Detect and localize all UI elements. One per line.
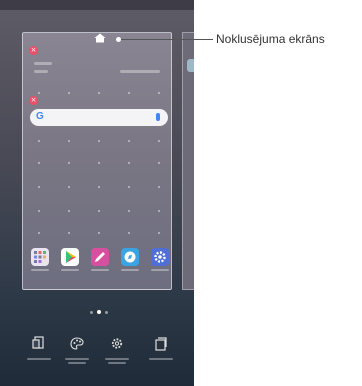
app-label <box>91 269 109 271</box>
grid-cell-dot <box>98 162 100 164</box>
grid-cell-dot <box>38 186 40 188</box>
app-label <box>31 269 49 271</box>
peek-app-icon <box>187 59 194 72</box>
play-store-icon[interactable] <box>61 248 79 266</box>
toolbar-label <box>149 358 173 360</box>
grid-cell-dot <box>128 162 130 164</box>
app-label <box>61 269 79 271</box>
page-indicator <box>90 310 110 316</box>
app-label <box>121 269 139 271</box>
page-dot[interactable] <box>105 311 108 314</box>
grid-cell-dot <box>158 92 160 94</box>
callout-line <box>121 39 213 40</box>
grid-cell-dot <box>38 210 40 212</box>
grid-cell-dot <box>98 92 100 94</box>
apps-button[interactable] <box>146 336 176 376</box>
toolbar-label <box>108 362 126 364</box>
grid-cell-dot <box>128 92 130 94</box>
status-bar <box>0 0 194 10</box>
next-page-preview[interactable] <box>182 32 194 290</box>
remove-search-widget-icon[interactable]: × <box>29 96 38 105</box>
edit-mode-toolbar <box>0 330 194 386</box>
grid-cell-dot <box>68 140 70 142</box>
grid-cell-dot <box>158 186 160 188</box>
mic-icon[interactable] <box>156 113 160 121</box>
grid-cell-dot <box>68 162 70 164</box>
weather-widget <box>120 70 160 73</box>
home-icon[interactable] <box>94 33 106 43</box>
grid-cell-dot <box>68 92 70 94</box>
remove-widget-icon[interactable]: × <box>29 46 38 55</box>
grid-cell-dot <box>158 140 160 142</box>
home-settings-button[interactable] <box>102 336 132 376</box>
grid-cell-dot <box>128 210 130 212</box>
grid-cell-dot <box>38 140 40 142</box>
clock-widget-date <box>34 70 48 73</box>
page-dot[interactable] <box>90 311 93 314</box>
grid-cell-dot <box>98 186 100 188</box>
grid-cell-dot <box>128 140 130 142</box>
grid-cell-dot <box>38 232 40 234</box>
phone-screen: × × G <box>0 0 194 386</box>
grid-cell-dot <box>98 210 100 212</box>
wallpaper-button[interactable] <box>62 336 92 376</box>
browser-icon[interactable] <box>121 248 139 266</box>
app-label <box>151 269 169 271</box>
page-dot-active[interactable] <box>97 310 101 314</box>
wallpaper-theme-icon <box>70 337 84 350</box>
grid-cell-dot <box>128 186 130 188</box>
grid-cell-dot <box>128 232 130 234</box>
toolbar-label <box>27 358 51 360</box>
apps-icon <box>155 337 167 351</box>
google-logo-icon: G <box>36 111 44 122</box>
grid-cell-dot <box>38 162 40 164</box>
widgets-button[interactable] <box>24 336 54 376</box>
home-settings-icon <box>111 338 123 349</box>
grid-cell-dot <box>158 232 160 234</box>
grid-cell-dot <box>68 232 70 234</box>
app-dock <box>30 248 170 276</box>
clock-widget <box>34 62 52 65</box>
grid-cell-dot <box>158 162 160 164</box>
settings-gear-icon[interactable] <box>151 248 169 266</box>
toolbar-label <box>105 358 129 360</box>
apps-folder-icon[interactable] <box>31 248 49 266</box>
google-search-widget[interactable]: G <box>30 109 168 126</box>
grid-cell-dot <box>68 186 70 188</box>
grid-cell-dot <box>68 210 70 212</box>
grid-cell-dot <box>98 140 100 142</box>
grid-cell-dot <box>98 232 100 234</box>
toolbar-label <box>65 358 89 360</box>
grid-cell-dot <box>158 210 160 212</box>
toolbar-label <box>68 362 86 364</box>
widgets-icon <box>32 336 44 349</box>
qnote-pencil-icon[interactable] <box>91 248 109 266</box>
callout-label: Noklusējuma ekrāns <box>216 32 325 46</box>
grid-cell-dot <box>38 92 40 94</box>
